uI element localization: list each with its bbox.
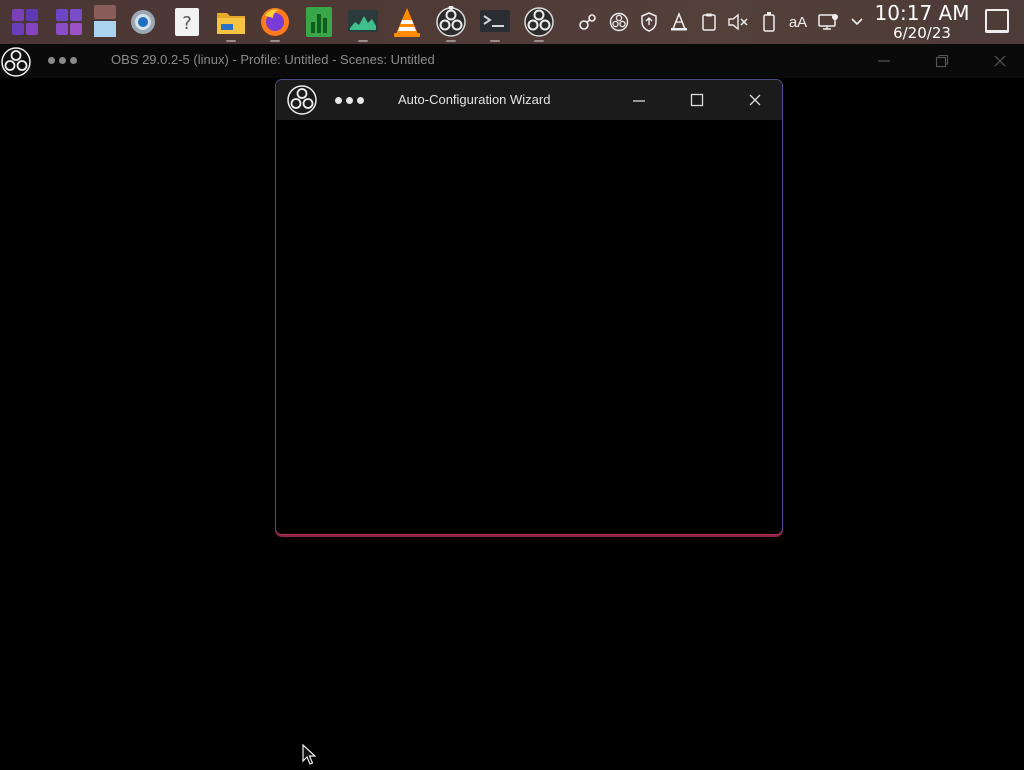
maximize-icon	[690, 93, 704, 107]
display-settings-icon[interactable]	[816, 10, 840, 34]
obs-studio-icon[interactable]	[434, 4, 468, 42]
obs-logo-icon	[286, 84, 318, 120]
show-desktop-button[interactable]	[985, 9, 1009, 33]
files-preview-icon[interactable]	[88, 4, 122, 40]
window-dots[interactable]	[335, 97, 364, 104]
close-icon	[749, 94, 761, 106]
minimize-button[interactable]	[872, 49, 896, 73]
workspaces-icon[interactable]	[52, 4, 86, 40]
obs-tray-icon[interactable]	[607, 10, 631, 34]
top-panel: ? aA 10:17 AM 6/20/23	[0, 0, 1024, 44]
wizard-close-button[interactable]	[743, 88, 767, 112]
minimize-icon	[633, 100, 645, 102]
clock-date: 6/20/23	[893, 24, 951, 42]
vlc-tray-icon[interactable]	[667, 10, 691, 34]
restore-icon	[935, 54, 949, 68]
clock-time: 10:17 AM	[874, 1, 970, 25]
dot-icon	[59, 57, 66, 64]
wizard-title: Auto-Configuration Wizard	[398, 92, 551, 107]
auto-config-wizard-dialog[interactable]: Auto-Configuration Wizard	[275, 79, 783, 535]
clock[interactable]: 10:17 AM 6/20/23	[870, 2, 974, 42]
mouse-cursor-icon	[302, 743, 317, 770]
dot-icon	[70, 57, 77, 64]
settings-gear-icon[interactable]	[126, 4, 160, 40]
battery-icon[interactable]	[757, 10, 781, 34]
office-chart-icon[interactable]	[302, 4, 336, 40]
security-shield-icon[interactable]	[637, 10, 661, 34]
clipboard-icon[interactable]	[697, 10, 721, 34]
dot-icon	[48, 57, 55, 64]
dot-icon	[335, 97, 342, 104]
network-share-icon[interactable]	[576, 10, 600, 34]
help-icon[interactable]: ?	[170, 4, 204, 40]
obs-window-title: OBS 29.0.2-5 (linux) - Profile: Untitled…	[111, 52, 435, 67]
dot-icon	[357, 97, 364, 104]
obs-studio-icon-2[interactable]	[522, 4, 556, 42]
file-manager-icon[interactable]	[214, 4, 248, 42]
vlc-icon[interactable]	[390, 4, 424, 40]
obs-main-titlebar[interactable]: OBS 29.0.2-5 (linux) - Profile: Untitled…	[0, 44, 1024, 78]
terminal-icon[interactable]	[478, 4, 512, 42]
firefox-icon[interactable]	[258, 4, 292, 42]
activities-icon[interactable]	[8, 4, 42, 40]
system-monitor-icon[interactable]	[346, 4, 380, 42]
restore-button[interactable]	[930, 49, 954, 73]
wizard-maximize-button[interactable]	[685, 88, 709, 112]
wizard-content-area	[276, 120, 782, 534]
tray-expand-chevron-icon[interactable]	[845, 10, 869, 34]
volume-muted-icon[interactable]	[726, 10, 750, 34]
wizard-minimize-button[interactable]	[627, 88, 651, 112]
dot-icon	[346, 97, 353, 104]
obs-logo-icon	[0, 46, 32, 82]
close-icon	[994, 55, 1006, 67]
wizard-titlebar[interactable]: Auto-Configuration Wizard	[276, 80, 782, 120]
minimize-icon	[878, 60, 890, 62]
font-size-icon[interactable]: aA	[786, 10, 810, 34]
close-button[interactable]	[988, 49, 1012, 73]
font-size-label: aA	[788, 13, 808, 31]
svg-text:?: ?	[182, 13, 192, 34]
window-dots[interactable]	[48, 57, 77, 64]
